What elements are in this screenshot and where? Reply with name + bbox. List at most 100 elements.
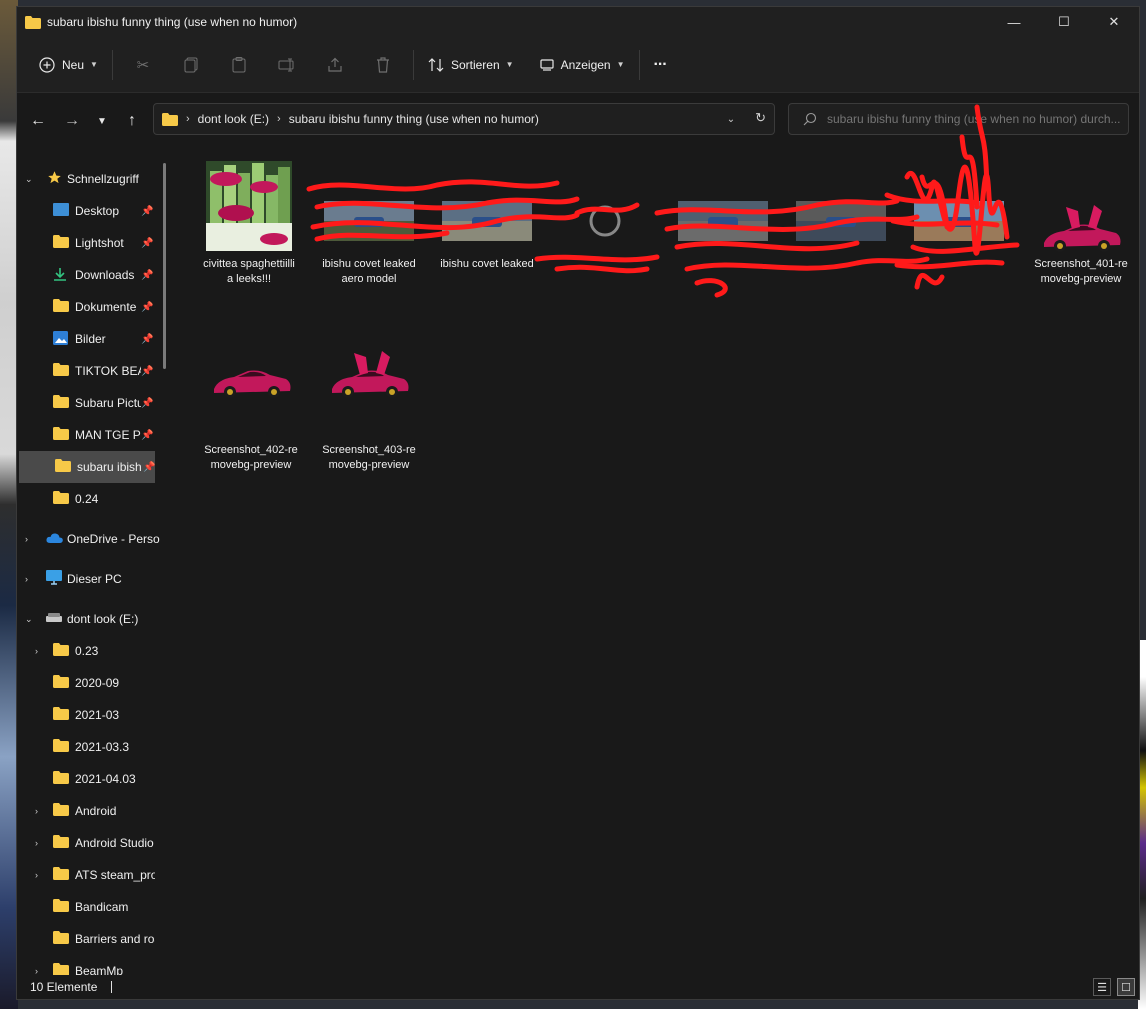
pin-icon: 📌 <box>141 205 154 217</box>
file-item[interactable]: Screenshot_401-removebg-preview <box>1031 161 1131 287</box>
sidebar-folder-barriers-and-roa[interactable]: Barriers and roa <box>17 923 167 955</box>
rename-button[interactable] <box>263 47 311 83</box>
file-item[interactable] <box>673 161 773 257</box>
sidebar-item-downloads[interactable]: Downloads 📌 <box>17 259 167 291</box>
folder-icon <box>53 963 69 975</box>
list-icon: ☰ <box>1097 981 1107 994</box>
sidebar-folder-beammp[interactable]: › BeamMp <box>17 955 167 975</box>
file-item[interactable]: ibishu covet leaked <box>437 161 537 272</box>
sidebar-folder-ats-steam-prof[interactable]: › ATS steam_prof <box>17 859 167 891</box>
folder-icon <box>53 739 69 752</box>
sort-icon <box>428 57 444 72</box>
breadcrumb-drive[interactable]: dont look (E:) <box>198 112 269 126</box>
chevron-right-icon[interactable]: › <box>35 870 38 880</box>
breadcrumb-folder[interactable]: subaru ibishu funny thing (use when no h… <box>289 112 539 126</box>
item-count: 10 Elemente <box>30 980 98 994</box>
sidebar-item-label: Dokumente <box>75 300 137 314</box>
sidebar-scrollbar[interactable] <box>163 163 166 369</box>
file-item[interactable]: Screenshot_403-removebg-preview <box>319 347 419 473</box>
view-button[interactable]: Anzeigen ▼ <box>532 47 633 83</box>
sidebar-item-label: Downloads <box>75 268 135 282</box>
pin-icon: 📌 <box>141 237 154 249</box>
sidebar-item-label: 2020-09 <box>75 676 120 690</box>
chevron-right-icon[interactable]: › <box>35 966 38 975</box>
pin-icon: 📌 <box>141 333 154 345</box>
sort-button[interactable]: Sortieren ▼ <box>420 47 522 83</box>
sidebar-folder-2021-03-3[interactable]: 2021-03.3 <box>17 731 167 763</box>
sidebar-item-onedrive[interactable]: › OneDrive - Perso <box>17 523 167 555</box>
up-button[interactable]: ↑ <box>117 106 147 136</box>
sidebar-folder-2021-04-03[interactable]: 2021-04.03 <box>17 763 167 795</box>
sidebar-folder-android-studio[interactable]: › Android Studio <box>17 827 167 859</box>
search-box[interactable] <box>788 103 1129 135</box>
sidebar-item-man-tge-pi[interactable]: MAN TGE Pi 📌 <box>17 419 167 451</box>
sidebar-item-label: 2021-03.3 <box>75 740 130 754</box>
window-title: subaru ibishu funny thing (use when no h… <box>47 15 298 29</box>
more-options-button[interactable]: ··· <box>646 47 675 83</box>
file-item[interactable]: civittea spaghettiillia leeks!!! <box>199 161 299 287</box>
file-item[interactable] <box>555 161 655 257</box>
file-item[interactable] <box>791 161 891 257</box>
chevron-down-icon: ▼ <box>90 60 98 69</box>
car-image-thumbnail <box>332 351 409 398</box>
sidebar-item-this-pc[interactable]: › Dieser PC <box>17 563 167 595</box>
back-button[interactable]: ← <box>23 106 53 136</box>
sidebar-item-tiktok-beai[interactable]: TIKTOK BEAI📌 <box>17 355 167 387</box>
close-button[interactable]: ✕ <box>1089 7 1139 37</box>
maximize-button[interactable]: ☐ <box>1039 7 1089 37</box>
title-bar[interactable]: subaru ibishu funny thing (use when no h… <box>17 7 1139 37</box>
sidebar-folder-bandicam[interactable]: Bandicam <box>17 891 167 923</box>
sidebar-item-desktop[interactable]: Desktop 📌 <box>17 195 167 227</box>
search-input[interactable] <box>827 112 1127 126</box>
sidebar-item-quick-access[interactable]: ⌄ Schnellzugriff <box>17 163 167 195</box>
sidebar-item-dokumente[interactable]: Dokumente 📌 <box>17 291 167 323</box>
minimize-button[interactable]: — <box>989 7 1039 37</box>
chevron-right-icon[interactable]: › <box>25 574 28 584</box>
file-item[interactable]: Screenshot_402-removebg-preview <box>201 347 301 473</box>
forward-button[interactable]: → <box>57 106 87 136</box>
address-history-button[interactable]: ⌄ <box>727 110 735 126</box>
image-thumbnail <box>442 201 532 241</box>
arrow-right-icon: → <box>64 112 80 129</box>
sidebar-item-bilder[interactable]: Bilder 📌 <box>17 323 167 355</box>
sidebar-folder-0-23[interactable]: › 0.23 <box>17 635 167 667</box>
file-name: ibishu covet leaked <box>440 258 534 270</box>
file-item[interactable]: ibishu covet leaked aero model <box>319 161 419 287</box>
copy-icon <box>184 57 198 72</box>
trash-icon <box>376 56 389 73</box>
folder-icon <box>25 15 41 29</box>
sidebar-folder-2020-09[interactable]: 2020-09 <box>17 667 167 699</box>
recent-locations-button[interactable]: ▼ <box>87 106 117 136</box>
refresh-button[interactable]: ↻ <box>755 110 766 126</box>
address-bar[interactable]: › dont look (E:) › subaru ibishu funny t… <box>153 103 775 135</box>
search-icon <box>803 112 817 126</box>
sidebar-item-drive-e[interactable]: ⌄ dont look (E:) <box>17 603 167 635</box>
sidebar-folder-2021-03[interactable]: 2021-03 <box>17 699 167 731</box>
chevron-right-icon[interactable]: › <box>35 838 38 848</box>
sidebar-item-subaru-pictu[interactable]: Subaru Pictu 📌 <box>17 387 167 419</box>
desktop-icon <box>53 203 69 216</box>
file-item[interactable] <box>909 161 1009 257</box>
new-button[interactable]: Neu ▼ <box>31 47 106 83</box>
details-view-button[interactable]: ☰ <box>1093 978 1111 996</box>
sidebar-item-subaru-ibish[interactable]: subaru ibish 📌 <box>19 451 155 483</box>
paste-button[interactable] <box>215 47 263 83</box>
share-button[interactable] <box>311 47 359 83</box>
chevron-right-icon[interactable]: › <box>35 806 38 816</box>
chevron-down-icon[interactable]: ⌄ <box>25 614 33 625</box>
sidebar-folder-android[interactable]: › Android <box>17 795 167 827</box>
delete-button[interactable] <box>359 47 407 83</box>
chevron-right-icon[interactable]: › <box>35 646 38 656</box>
cut-button[interactable]: ✂ <box>119 47 167 83</box>
copy-button[interactable] <box>167 47 215 83</box>
large-icons-view-button[interactable]: ☐ <box>1117 978 1135 996</box>
chevron-right-icon[interactable]: › <box>25 534 28 544</box>
chevron-right-icon: › <box>186 113 190 125</box>
scissors-icon: ✂ <box>136 56 150 74</box>
sidebar-item-0-24[interactable]: 0.24 <box>17 483 167 515</box>
folder-icon <box>53 643 69 656</box>
chevron-down-icon[interactable]: ⌄ <box>25 174 33 185</box>
image-thumbnail <box>678 201 768 241</box>
sidebar-item-lightshot[interactable]: Lightshot 📌 <box>17 227 167 259</box>
sidebar-item-label: BeamMp <box>75 964 124 975</box>
